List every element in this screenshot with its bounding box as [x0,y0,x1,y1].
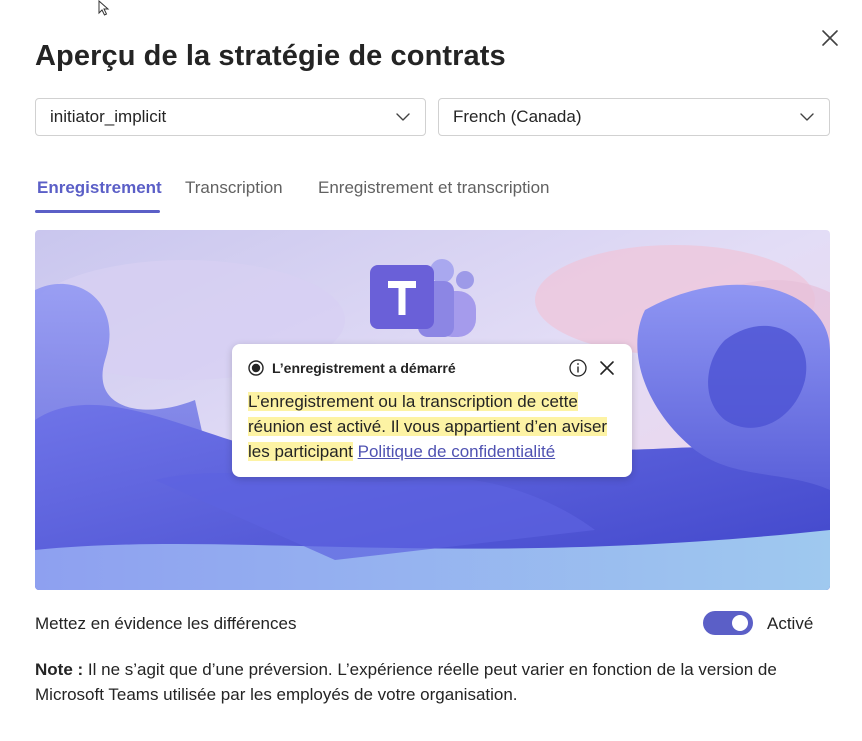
record-icon [248,360,264,376]
notification-title: L’enregistrement a démarré [272,360,456,376]
chevron-down-icon [800,113,814,121]
dialog-title: Aperçu de la stratégie de contrats [35,40,506,72]
tab-enregistrement[interactable]: Enregistrement [37,178,162,198]
preview-note: Note : Il ne s’agit que d’une préversion… [35,657,835,707]
tab-enregistrement-et-transcription[interactable]: Enregistrement et transcription [318,178,550,198]
note-text: Il ne s’agit que d’une préversion. L’exp… [35,660,777,704]
privacy-policy-link[interactable]: Politique de confidentialité [358,442,556,461]
active-tab-indicator [35,210,160,213]
toggle-knob [732,615,748,631]
notification-body: L’enregistrement ou la transcription de … [248,389,616,464]
meeting-preview: L’enregistrement a démarré L’enregistrem… [35,230,830,590]
policy-select[interactable]: initiator_implicit [35,98,426,136]
language-select[interactable]: French (Canada) [438,98,830,136]
note-prefix: Note : [35,660,84,679]
tab-transcription[interactable]: Transcription [185,178,283,198]
chevron-down-icon [396,113,410,121]
mouse-cursor-icon [98,0,110,16]
policy-select-value: initiator_implicit [50,107,167,126]
highlight-differences-toggle[interactable] [703,611,753,635]
close-icon[interactable] [818,26,842,50]
highlight-differences-label: Mettez en évidence les différences [35,614,297,633]
close-icon[interactable] [598,359,616,377]
recording-notification: L’enregistrement a démarré L’enregistrem… [232,344,632,477]
teams-logo [370,259,476,337]
toggle-state-label: Activé [767,614,814,633]
info-icon[interactable] [568,358,588,378]
language-select-value: French (Canada) [453,107,582,126]
